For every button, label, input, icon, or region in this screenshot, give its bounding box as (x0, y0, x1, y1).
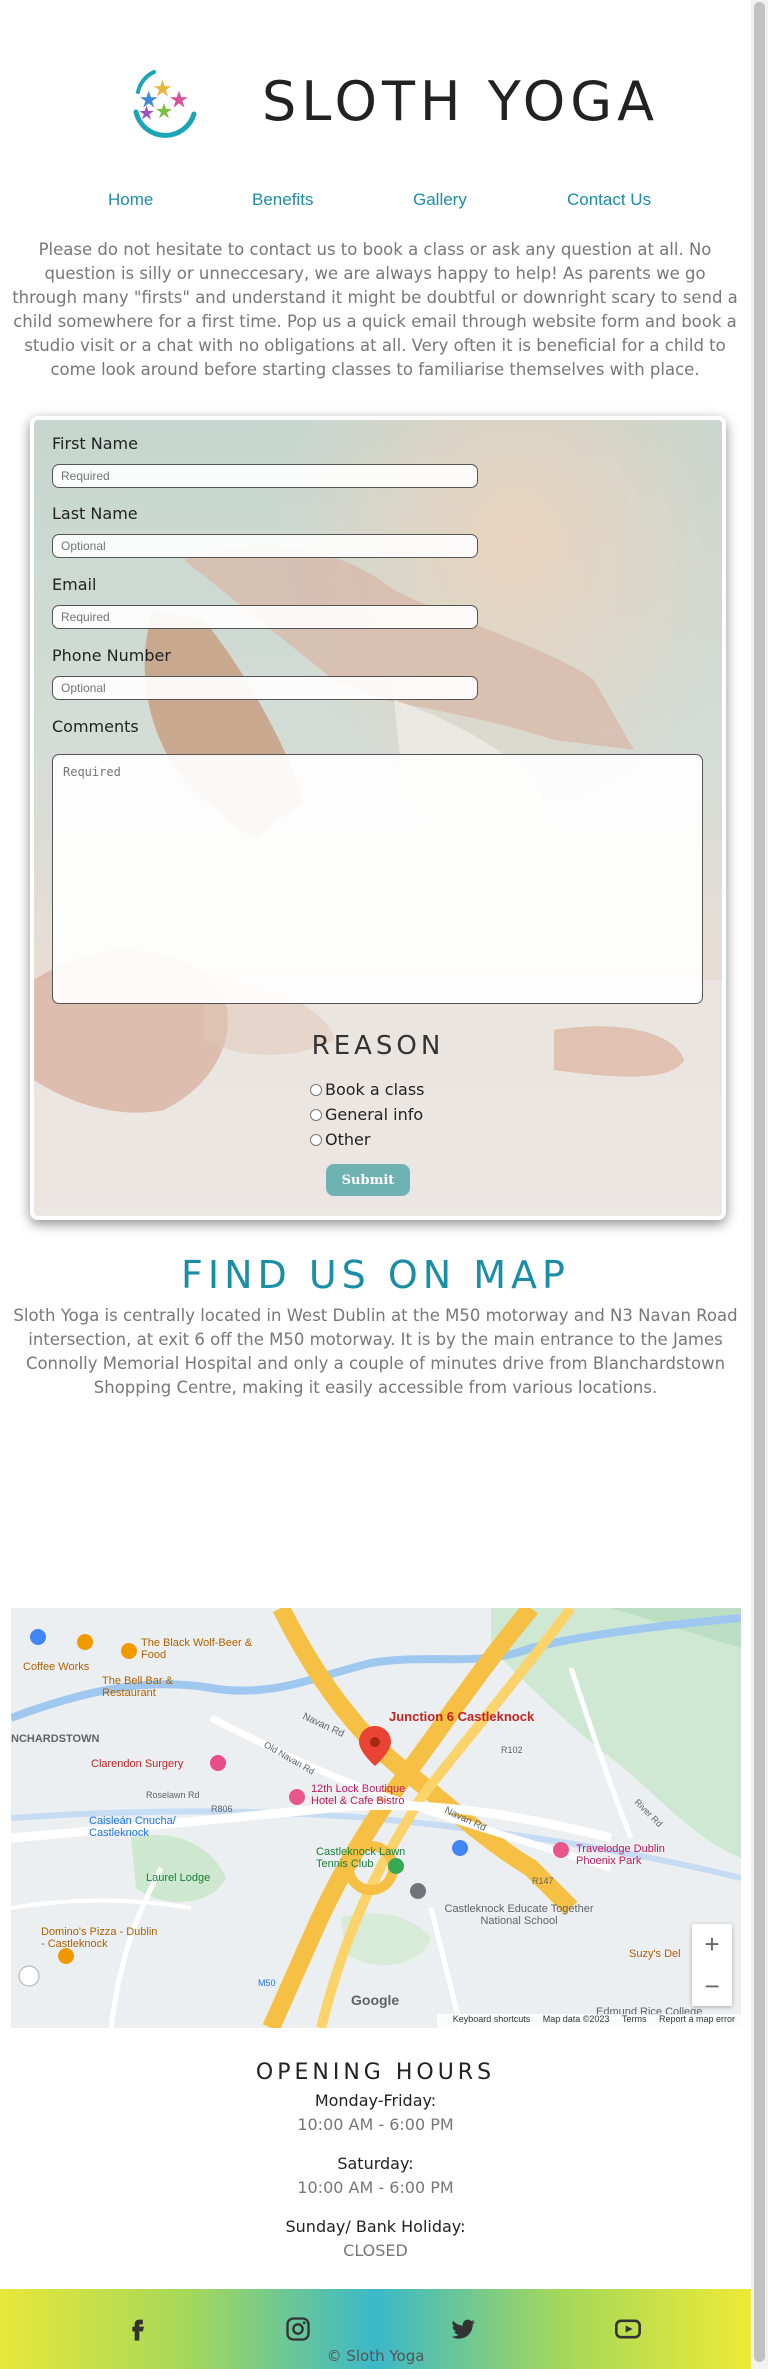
google-logo: Google (351, 1992, 400, 2008)
reason-radio-other[interactable] (310, 1133, 322, 1146)
map-data-text: Map data ©2023 (542, 2014, 610, 2024)
nav-item-gallery[interactable]: Gallery (413, 190, 467, 210)
map-pin-label[interactable]: Junction 6 Castleknock (389, 1709, 534, 1724)
reason-option-label: Other (325, 1130, 371, 1149)
map-section-title: FIND US ON MAP (181, 1253, 570, 1297)
nav-item-benefits[interactable]: Benefits (252, 190, 313, 210)
map-place-label[interactable]: Suzy's Del (629, 1948, 681, 1960)
map-zoom-controls: + − (692, 1924, 732, 2006)
reason-option-book[interactable]: Book a class (310, 1080, 425, 1099)
zoom-out-button[interactable]: − (692, 1966, 732, 2006)
map-place-label[interactable]: Travelodge Dublin Phoenix Park (576, 1843, 676, 1867)
map-place-label[interactable]: 12th Lock Boutique Hotel & Cafe Bistro (311, 1783, 426, 1807)
map-road-label: R806 (211, 1804, 233, 1814)
comments-field[interactable] (52, 754, 703, 1004)
map-road-label: R147 (532, 1876, 554, 1886)
logo-icon[interactable] (124, 62, 204, 142)
map-place-label[interactable]: The Black Wolf-Beer & Food (141, 1637, 261, 1661)
hours-day-label: Sunday/ Bank Holiday: (285, 2217, 466, 2236)
contact-form: First Name Last Name Email Phone Number … (30, 416, 726, 1220)
page-scrollbar[interactable] (751, 0, 768, 2369)
reason-title: REASON (311, 1031, 445, 1061)
map-area-label: NCHARDSTOWN (11, 1733, 100, 1745)
page: SLOTH YOGA Home Benefits Gallery Contact… (0, 0, 751, 2369)
first-name-label: First Name (52, 434, 138, 453)
footer: © Sloth Yoga (0, 2289, 751, 2369)
phone-label: Phone Number (52, 646, 171, 665)
youtube-icon[interactable] (614, 2315, 642, 2343)
map-place-label[interactable]: Castleknock Educate Together National Sc… (439, 1903, 599, 1927)
email-label: Email (52, 575, 97, 594)
map-place-label[interactable]: The Bell Bar & Restaurant (102, 1675, 202, 1699)
map-place-label[interactable]: Laurel Lodge (146, 1872, 210, 1884)
zoom-in-button[interactable]: + (692, 1924, 732, 1964)
map-road-label: R102 (501, 1745, 523, 1755)
reason-option-other[interactable]: Other (310, 1130, 370, 1149)
map-section-text: Sloth Yoga is centrally located in West … (13, 1306, 738, 1397)
map-terms-link[interactable]: Terms (622, 2014, 647, 2024)
map-report-error-link[interactable]: Report a map error (659, 2014, 735, 2024)
reason-radio-book[interactable] (310, 1083, 322, 1096)
instagram-icon[interactable] (284, 2315, 312, 2343)
facebook-icon[interactable] (123, 2315, 151, 2343)
hours-time-value: 10:00 AM - 6:00 PM (297, 2178, 454, 2197)
reason-option-label: General info (325, 1105, 424, 1124)
map-road-label: M50 (258, 1978, 276, 1988)
copyright-text: © Sloth Yoga (326, 2347, 425, 2365)
scrollbar-thumb[interactable] (754, 2, 765, 2362)
main-nav: Home Benefits Gallery Contact Us (0, 190, 751, 220)
map-road-label: Roselawn Rd (146, 1790, 200, 1800)
map-place-label[interactable]: Caisleán Cnucha/ Castleknock (89, 1815, 209, 1839)
map-place-label[interactable]: Castleknock Lawn Tennis Club (316, 1846, 406, 1870)
map-footer: Keyboard shortcuts Map data ©2023 Terms … (436, 2014, 741, 2028)
phone-field[interactable] (52, 676, 478, 700)
reason-radio-info[interactable] (310, 1108, 322, 1121)
hours-time-value: 10:00 AM - 6:00 PM (297, 2115, 454, 2134)
map-keyboard-shortcuts-link[interactable]: Keyboard shortcuts (453, 2014, 531, 2024)
map-place-label[interactable]: Coffee Works (23, 1661, 89, 1673)
twitter-icon[interactable] (449, 2315, 477, 2343)
reason-option-info[interactable]: General info (310, 1105, 423, 1124)
first-name-field[interactable] (52, 464, 478, 488)
hours-day-label: Saturday: (337, 2154, 414, 2173)
nav-item-contact-us[interactable]: Contact Us (567, 190, 651, 210)
google-map[interactable]: Junction 6 Castleknock Coffee Works The … (11, 1608, 741, 2028)
intro-text: Please do not hesitate to contact us to … (12, 240, 738, 379)
reason-option-label: Book a class (325, 1080, 425, 1099)
comments-label: Comments (52, 717, 139, 736)
submit-button[interactable]: Submit (326, 1164, 410, 1196)
last-name-field[interactable] (52, 534, 478, 558)
opening-hours-title: OPENING HOURS (255, 2060, 496, 2085)
hours-day-label: Monday-Friday: (314, 2091, 437, 2110)
hours-time-value: CLOSED (343, 2241, 408, 2260)
last-name-label: Last Name (52, 504, 138, 523)
map-place-label[interactable]: Domino's Pizza - Dublin - Castleknock (41, 1926, 161, 1950)
nav-item-home[interactable]: Home (108, 190, 153, 210)
email-field[interactable] (52, 605, 478, 629)
map-place-label[interactable]: Clarendon Surgery (91, 1758, 183, 1770)
site-title: SLOTH YOGA (262, 70, 660, 133)
